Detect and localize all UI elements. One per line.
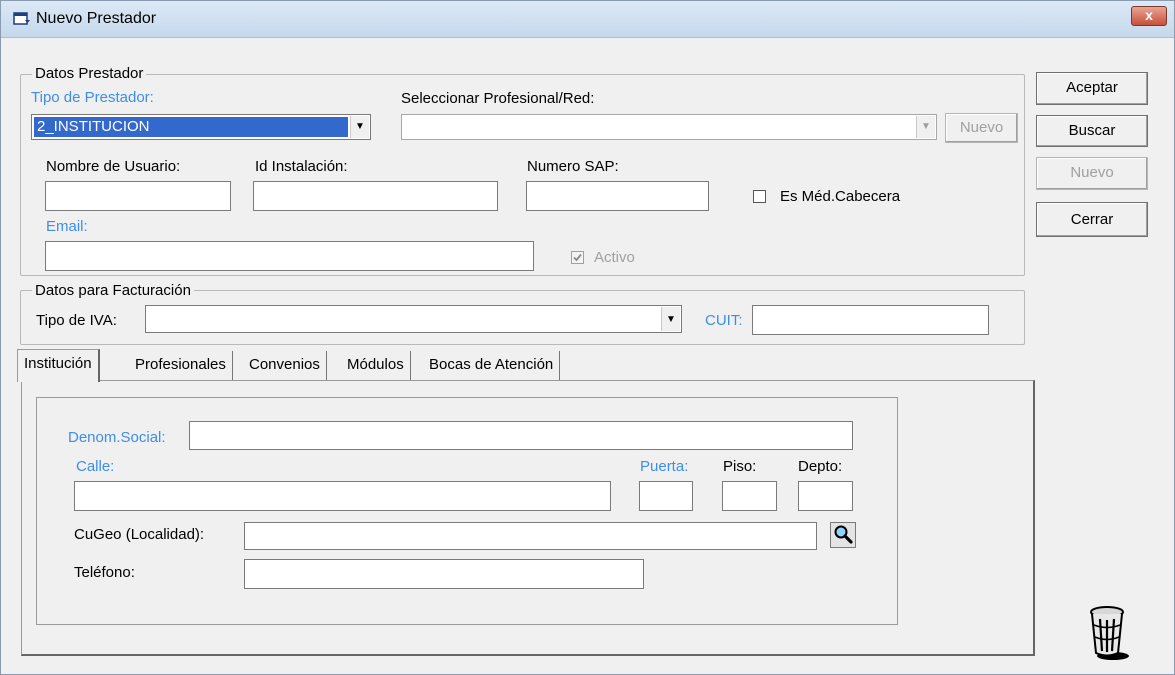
buscar-button[interactable]: Buscar	[1036, 115, 1148, 147]
close-button[interactable]: x	[1131, 6, 1167, 26]
tab-bocas-atencion[interactable]: Bocas de Atención	[423, 351, 561, 381]
datos-prestador-legend: Datos Prestador	[32, 65, 147, 82]
cugeo-input[interactable]	[244, 522, 817, 550]
chevron-down-icon[interactable]: ▼	[350, 116, 369, 138]
close-icon: x	[1145, 7, 1153, 23]
nuevo-button[interactable]: Nuevo	[1036, 157, 1148, 190]
email-input[interactable]	[45, 241, 534, 271]
telefono-input[interactable]	[244, 559, 644, 589]
nuevo-profesional-button[interactable]: Nuevo	[945, 113, 1018, 143]
med-cabecera-label: Es Méd.Cabecera	[780, 188, 901, 205]
profesional-red-label: Seleccionar Profesional/Red:	[401, 90, 595, 107]
tipo-iva-combo[interactable]: ▼	[145, 305, 682, 333]
cugeo-label: CuGeo (Localidad):	[74, 526, 205, 543]
cuit-input[interactable]	[752, 305, 989, 335]
aceptar-button[interactable]: Aceptar	[1036, 72, 1148, 105]
tab-institucion[interactable]: Institución	[17, 349, 100, 382]
usuario-label: Nombre de Usuario:	[46, 158, 181, 175]
tab-modulos[interactable]: Módulos	[341, 351, 411, 381]
window-title: Nuevo Prestador	[36, 10, 157, 27]
depto-label: Depto:	[798, 458, 843, 475]
facturacion-legend: Datos para Facturación	[32, 282, 194, 299]
cuit-label: CUIT:	[705, 312, 743, 329]
cerrar-button[interactable]: Cerrar	[1036, 202, 1148, 237]
piso-input[interactable]	[722, 481, 777, 511]
sap-label: Numero SAP:	[527, 158, 619, 175]
instalacion-input[interactable]	[253, 181, 498, 211]
denom-social-label: Denom.Social:	[68, 429, 166, 446]
chevron-down-icon[interactable]: ▼	[916, 116, 935, 138]
checkmark-icon	[573, 253, 582, 262]
search-icon	[834, 525, 853, 544]
activo-label: Activo	[594, 249, 635, 266]
title-bar: Nuevo Prestador x	[1, 1, 1174, 38]
sap-input[interactable]	[526, 181, 709, 211]
tipo-iva-label: Tipo de IVA:	[36, 312, 117, 329]
trash-icon[interactable]	[1085, 603, 1135, 661]
tipo-prestador-value: 2_INSTITUCION	[34, 117, 348, 137]
tab-convenios[interactable]: Convenios	[243, 351, 327, 381]
chevron-down-icon[interactable]: ▼	[661, 307, 680, 331]
denom-social-input[interactable]	[189, 421, 853, 450]
calle-input[interactable]	[74, 481, 611, 511]
puerta-label: Puerta:	[640, 458, 689, 475]
app-icon	[13, 12, 30, 25]
calle-label: Calle:	[76, 458, 115, 475]
piso-label: Piso:	[723, 458, 757, 475]
telefono-label: Teléfono:	[74, 564, 135, 581]
puerta-input[interactable]	[639, 481, 693, 511]
search-localidad-button[interactable]	[830, 522, 856, 548]
tipo-prestador-label: Tipo de Prestador:	[31, 89, 154, 106]
med-cabecera-checkbox[interactable]	[753, 190, 766, 203]
tab-profesionales[interactable]: Profesionales	[129, 351, 233, 381]
instalacion-label: Id Instalación:	[255, 158, 348, 175]
depto-input[interactable]	[798, 481, 853, 511]
usuario-input[interactable]	[45, 181, 231, 211]
nuevo-prestador-window: Nuevo Prestador x Datos Prestador Tipo d…	[0, 0, 1175, 675]
tipo-prestador-combo[interactable]: 2_INSTITUCION ▼	[31, 114, 371, 140]
email-label: Email:	[46, 218, 88, 235]
activo-checkbox[interactable]	[571, 251, 584, 264]
profesional-red-combo[interactable]: ▼	[401, 114, 937, 140]
